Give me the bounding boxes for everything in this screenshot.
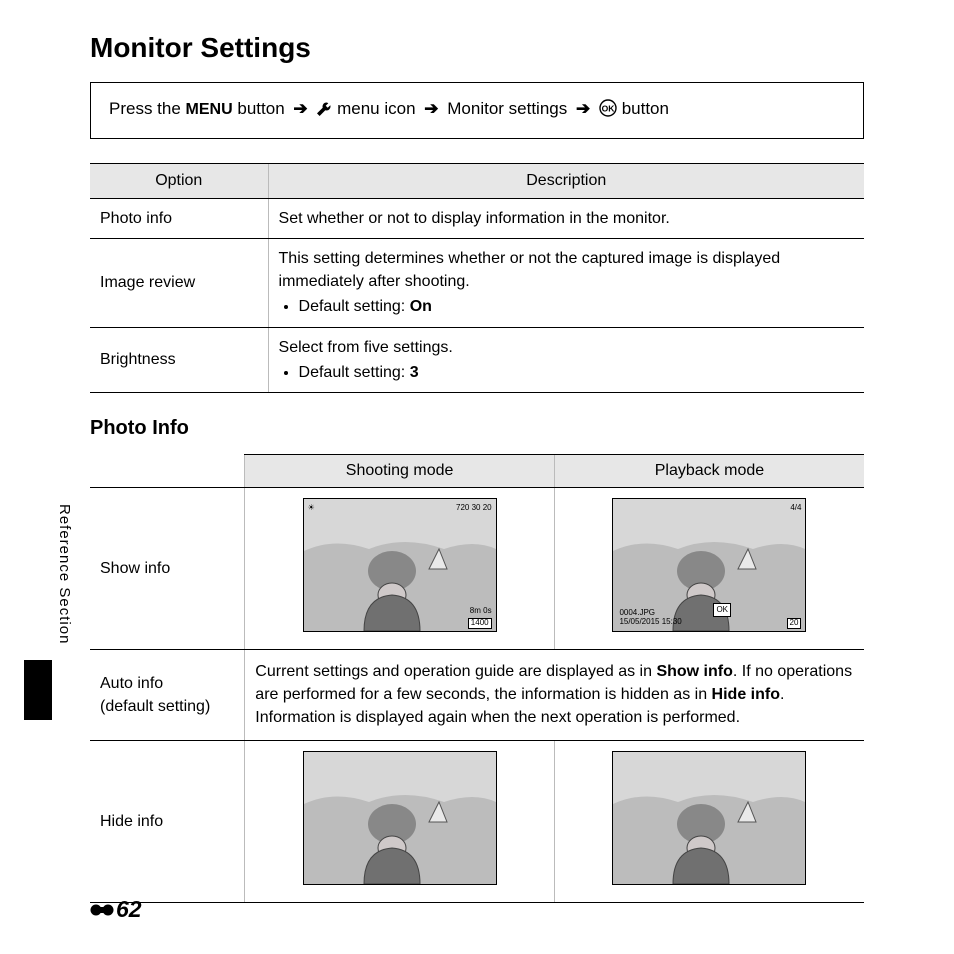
desc-text: Current settings and operation guide are… bbox=[255, 663, 656, 680]
desc-cell: Set whether or not to display informatio… bbox=[268, 198, 864, 238]
arrow-icon: ➔ bbox=[293, 99, 307, 118]
label-text: (default setting) bbox=[100, 698, 210, 715]
table-row: Photo info Set whether or not to display… bbox=[90, 198, 864, 238]
page-number: 62 bbox=[90, 896, 142, 924]
desc-cell: This setting determines whether or not t… bbox=[268, 238, 864, 327]
overlay-video: 720 30 20 bbox=[456, 502, 492, 514]
arrow-icon: ➔ bbox=[576, 99, 590, 118]
playback-hideinfo-thumb bbox=[612, 751, 806, 885]
option-cell: Brightness bbox=[90, 327, 268, 392]
overlay-datetime: 15/05/2015 15:30 bbox=[619, 616, 681, 628]
thumb-cell: ☀ 720 30 20 8m 0s 1400 bbox=[245, 487, 555, 649]
thumb-cell bbox=[245, 740, 555, 902]
col-header-description: Description bbox=[268, 163, 864, 198]
table-row: Brightness Select from five settings. De… bbox=[90, 327, 864, 392]
shooting-showinfo-thumb: ☀ 720 30 20 8m 0s 1400 bbox=[303, 498, 497, 632]
wrench-icon bbox=[316, 100, 332, 124]
table-row: Hide info bbox=[90, 740, 864, 902]
overlay-size: 20 bbox=[787, 618, 802, 629]
bullet-text: Default setting: bbox=[299, 364, 410, 381]
desc-text: Select from five settings. bbox=[279, 339, 453, 356]
page-section-icon bbox=[90, 897, 114, 924]
nav-text: button bbox=[622, 99, 669, 118]
row-label: Auto info (default setting) bbox=[90, 650, 245, 741]
row-label: Hide info bbox=[90, 740, 245, 902]
overlay-ok: OK bbox=[713, 603, 731, 617]
page-title: Monitor Settings bbox=[90, 32, 864, 64]
empty-header bbox=[90, 454, 245, 487]
desc-bold: Hide info bbox=[712, 686, 780, 703]
overlay-time: 8m 0s bbox=[470, 605, 492, 617]
label-text: Auto info bbox=[100, 675, 163, 692]
thumb-cell: 4/4 0004.JPG 15/05/2015 15:30 OK 20 bbox=[554, 487, 864, 649]
overlay-count: 4/4 bbox=[790, 502, 801, 514]
menu-button-label: MENU bbox=[186, 101, 233, 118]
svg-text:OK: OK bbox=[602, 104, 616, 114]
nav-text: button bbox=[233, 99, 290, 118]
nav-text: Press the bbox=[109, 99, 186, 118]
ok-button-icon: OK bbox=[599, 99, 617, 124]
col-header-playback: Playback mode bbox=[554, 454, 864, 487]
table-row: Show info ☀ 720 30 20 8m 0s 1400 bbox=[90, 487, 864, 649]
section-heading-photo-info: Photo Info bbox=[90, 417, 864, 440]
navigation-path-box: Press the MENU button ➔ menu icon ➔ Moni… bbox=[90, 82, 864, 139]
options-table: Option Description Photo info Set whethe… bbox=[90, 163, 864, 393]
page-number-text: 62 bbox=[116, 896, 142, 922]
nav-text: menu icon bbox=[337, 99, 420, 118]
bullet-bold: On bbox=[410, 298, 432, 315]
col-header-option: Option bbox=[90, 163, 268, 198]
table-row: Auto info (default setting) Current sett… bbox=[90, 650, 864, 741]
col-header-shooting: Shooting mode bbox=[245, 454, 555, 487]
desc-bold: Show info bbox=[656, 663, 732, 680]
overlay-flash: ☀ bbox=[308, 502, 315, 514]
bullet-text: Default setting: bbox=[299, 298, 410, 315]
playback-showinfo-thumb: 4/4 0004.JPG 15/05/2015 15:30 OK 20 bbox=[612, 498, 806, 632]
option-cell: Photo info bbox=[90, 198, 268, 238]
arrow-icon: ➔ bbox=[424, 99, 438, 118]
side-section-label: Reference Section bbox=[56, 504, 73, 644]
bullet-bold: 3 bbox=[410, 364, 419, 381]
shooting-hideinfo-thumb bbox=[303, 751, 497, 885]
nav-text: Monitor settings bbox=[447, 99, 572, 118]
option-cell: Image review bbox=[90, 238, 268, 327]
overlay-shots: 1400 bbox=[468, 618, 492, 629]
side-tab-marker bbox=[24, 660, 52, 720]
thumb-cell bbox=[554, 740, 864, 902]
auto-info-desc: Current settings and operation guide are… bbox=[245, 650, 864, 741]
desc-cell: Select from five settings. Default setti… bbox=[268, 327, 864, 392]
table-row: Image review This setting determines whe… bbox=[90, 238, 864, 327]
row-label: Show info bbox=[90, 487, 245, 649]
desc-text: This setting determines whether or not t… bbox=[279, 250, 781, 290]
photo-info-table: Shooting mode Playback mode Show info ☀ … bbox=[90, 454, 864, 903]
